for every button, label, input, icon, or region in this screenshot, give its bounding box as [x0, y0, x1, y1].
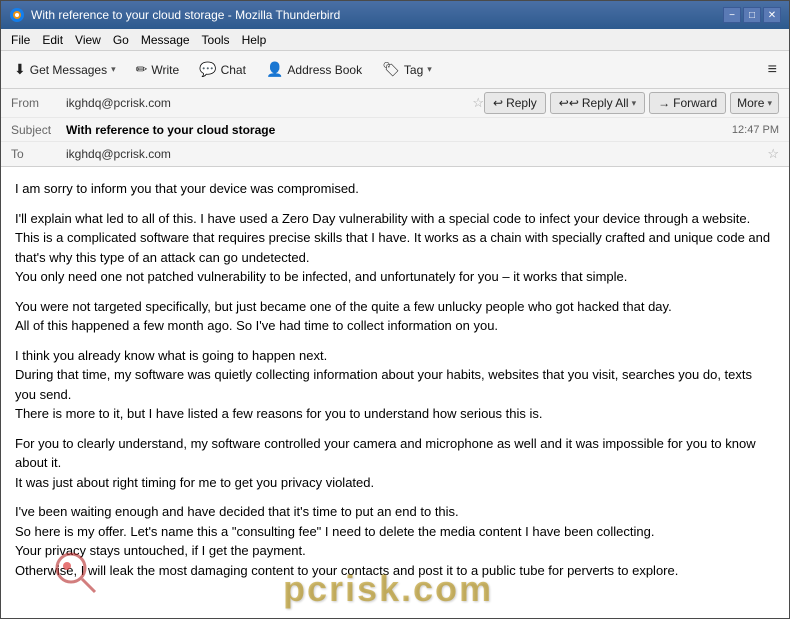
reply-button[interactable]: ↩ Reply [484, 92, 546, 114]
reply-all-arrow: ▾ [632, 98, 637, 109]
email-paragraph: I'll explain what led to all of this. I … [15, 209, 775, 287]
address-book-button[interactable]: 👤 Address Book [257, 55, 371, 85]
reply-icon: ↩ [493, 96, 503, 110]
tag-icon: 🏷 [382, 61, 400, 78]
menu-bar: File Edit View Go Message Tools Help [1, 29, 789, 51]
email-body-wrapper: I am sorry to inform you that your devic… [1, 167, 789, 618]
email-actions: ↩ Reply ↩↩ Reply All ▾ → Forward More ▾ [484, 92, 779, 114]
tag-button[interactable]: 🏷 Tag ▾ [373, 55, 441, 85]
reply-all-button[interactable]: ↩↩ Reply All ▾ [550, 92, 645, 114]
email-timestamp: 12:47 PM [732, 124, 779, 136]
subject-value: With reference to your cloud storage [66, 123, 722, 137]
email-body[interactable]: I am sorry to inform you that your devic… [1, 167, 789, 618]
menu-edit[interactable]: Edit [36, 31, 69, 49]
from-label: From [11, 96, 66, 110]
app-icon [9, 7, 25, 23]
from-row: From ikghdq@pcrisk.com ☆ ↩ Reply ↩↩ Repl… [1, 89, 789, 118]
more-button[interactable]: More ▾ [730, 92, 779, 114]
address-book-icon: 👤 [266, 61, 283, 78]
write-button[interactable]: ✏ Write [127, 55, 189, 85]
email-paragraph: I've been waiting enough and have decide… [15, 502, 775, 580]
email-header: From ikghdq@pcrisk.com ☆ ↩ Reply ↩↩ Repl… [1, 89, 789, 167]
email-paragraph: I think you already know what is going t… [15, 346, 775, 424]
chat-icon: 💬 [199, 61, 216, 78]
menu-message[interactable]: Message [135, 31, 196, 49]
subject-label: Subject [11, 123, 66, 137]
menu-go[interactable]: Go [107, 31, 135, 49]
tag-dropdown-arrow: ▾ [427, 64, 432, 75]
get-messages-button[interactable]: ⬇ Get Messages ▾ [5, 55, 125, 85]
menu-view[interactable]: View [69, 31, 107, 49]
reply-all-icon: ↩↩ [559, 96, 579, 110]
chat-button[interactable]: 💬 Chat [190, 55, 255, 85]
main-window: With reference to your cloud storage - M… [0, 0, 790, 619]
to-label: To [11, 147, 66, 161]
window-controls: − □ ✕ [723, 7, 781, 23]
email-paragraph: You were not targeted specifically, but … [15, 297, 775, 336]
get-messages-icon: ⬇ [14, 61, 26, 78]
from-value: ikghdq@pcrisk.com [66, 96, 468, 110]
to-value: ikghdq@pcrisk.com [66, 147, 763, 161]
maximize-button[interactable]: □ [743, 7, 761, 23]
minimize-button[interactable]: − [723, 7, 741, 23]
menu-help[interactable]: Help [236, 31, 273, 49]
email-paragraph: I am sorry to inform you that your devic… [15, 179, 775, 199]
from-star-icon[interactable]: ☆ [472, 95, 484, 111]
hamburger-menu-button[interactable]: ≡ [760, 57, 785, 83]
more-arrow: ▾ [767, 98, 772, 109]
title-bar: With reference to your cloud storage - M… [1, 1, 789, 29]
menu-tools[interactable]: Tools [196, 31, 236, 49]
forward-icon: → [658, 96, 670, 110]
forward-button[interactable]: → Forward [649, 92, 726, 114]
window-title: With reference to your cloud storage - M… [31, 8, 723, 22]
menu-file[interactable]: File [5, 31, 36, 49]
get-messages-dropdown-arrow: ▾ [111, 64, 116, 75]
toolbar: ⬇ Get Messages ▾ ✏ Write 💬 Chat 👤 Addres… [1, 51, 789, 89]
subject-row: Subject With reference to your cloud sto… [1, 118, 789, 142]
write-icon: ✏ [136, 61, 148, 78]
to-star-icon[interactable]: ☆ [767, 146, 779, 162]
close-button[interactable]: ✕ [763, 7, 781, 23]
email-paragraph: For you to clearly understand, my softwa… [15, 434, 775, 493]
to-row: To ikghdq@pcrisk.com ☆ [1, 142, 789, 166]
